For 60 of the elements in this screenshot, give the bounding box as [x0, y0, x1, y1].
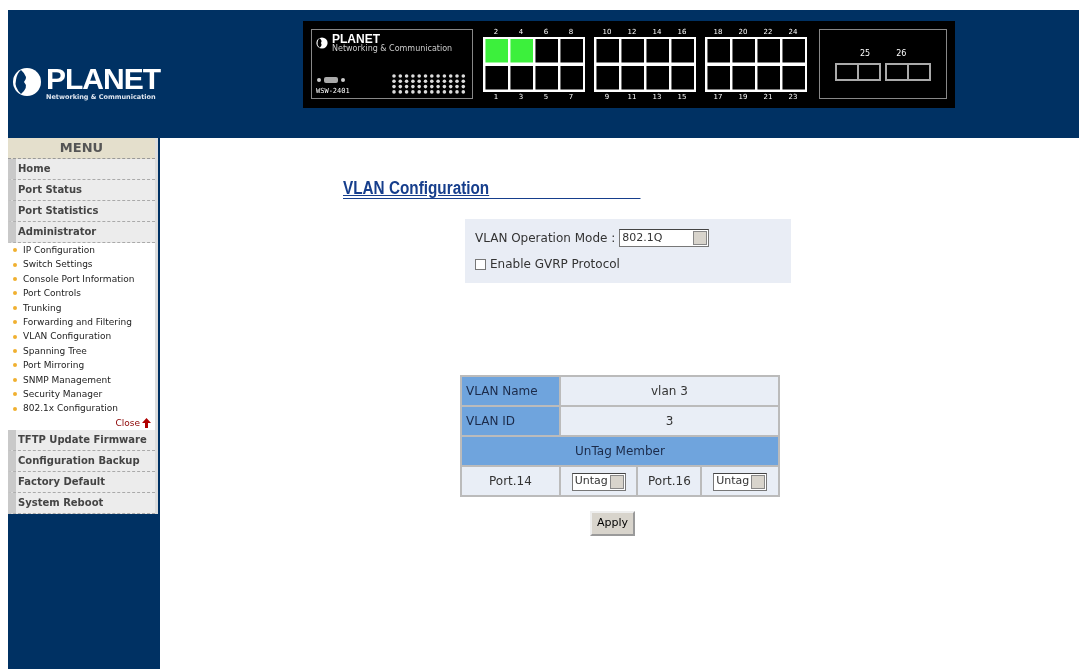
row-label: VLAN ID	[462, 407, 559, 435]
port-number: 25	[860, 47, 871, 60]
console-port-icon	[316, 75, 346, 84]
menu-item[interactable]: Home	[8, 159, 155, 180]
section-heading: UnTag Member	[462, 437, 778, 465]
submenu-link[interactable]: VLAN Configuration	[23, 329, 112, 344]
vlan-id-value: 3	[560, 407, 778, 435]
bullet-icon	[13, 262, 17, 267]
port-label: Port.14	[462, 467, 559, 495]
submenu-link[interactable]: Console Port Information	[23, 271, 135, 287]
submenu-link[interactable]: Trunking	[23, 300, 62, 316]
port-number: 26	[896, 47, 907, 60]
bullet-icon	[13, 248, 17, 253]
sfp-port	[885, 62, 932, 81]
member-dropdown[interactable]: Untag	[713, 472, 768, 491]
bullet-icon	[13, 334, 17, 339]
menu-title: MENU	[8, 138, 155, 159]
vlan-name-value: vlan 3	[560, 377, 778, 405]
page-title: VLAN Configuration	[343, 178, 641, 199]
bullet-icon	[13, 291, 17, 296]
bullet-icon	[13, 277, 17, 281]
port-label: Port.16	[638, 467, 701, 495]
submenu-link[interactable]: 802.1x Configuration	[23, 401, 118, 416]
row-label: VLAN Name	[462, 377, 559, 405]
submenu-link[interactable]: Forwarding and Filtering	[23, 315, 132, 330]
bullet-icon	[13, 363, 17, 368]
bullet-icon	[13, 305, 17, 310]
brand-logo-icon	[316, 37, 328, 49]
apply-button[interactable]: Apply	[590, 511, 636, 536]
submenu-link[interactable]: Spanning Tree	[23, 343, 87, 359]
menu-item[interactable]: Configuration Backup	[8, 450, 155, 472]
bullet-icon	[13, 349, 17, 354]
menu-item[interactable]: Factory Default	[8, 471, 155, 493]
bullet-icon	[13, 406, 17, 411]
sfp-port	[835, 62, 882, 81]
mode-dropdown[interactable]: 802.1Q	[619, 229, 710, 247]
submenu-link[interactable]: Port Controls	[23, 286, 81, 301]
submenu-link[interactable]: SNMP Management	[23, 372, 111, 388]
menu-item[interactable]: System Reboot	[8, 492, 155, 514]
close-link[interactable]: Close	[115, 415, 140, 430]
brand-tagline: Networking & Communication	[332, 45, 453, 53]
member-dropdown[interactable]: Untag	[571, 472, 626, 491]
submenu-link[interactable]: Security Manager	[23, 387, 103, 402]
mode-label: VLAN Operation Mode :	[475, 230, 616, 247]
menu-item[interactable]: Administrator	[8, 222, 155, 243]
planet-logo-icon	[12, 67, 42, 97]
menu-item[interactable]: Port Statistics	[8, 201, 155, 222]
brand-text: PLANET	[332, 33, 380, 45]
submenu-link[interactable]: IP Configuration	[23, 243, 95, 258]
up-arrow-icon	[142, 417, 151, 428]
menu-item[interactable]: TFTP Update Firmware	[8, 429, 155, 451]
bullet-icon	[13, 392, 17, 397]
submenu-link[interactable]: Port Mirroring	[23, 358, 85, 373]
logo-text: PLANET	[46, 63, 160, 94]
gvrp-checkbox[interactable]	[475, 258, 486, 270]
bullet-icon	[13, 377, 17, 382]
bullet-icon	[13, 320, 17, 325]
submenu-link[interactable]: Switch Settings	[23, 257, 93, 272]
menu-item[interactable]: Port Status	[8, 180, 155, 201]
gvrp-label: Enable GVRP Protocol	[490, 256, 620, 273]
